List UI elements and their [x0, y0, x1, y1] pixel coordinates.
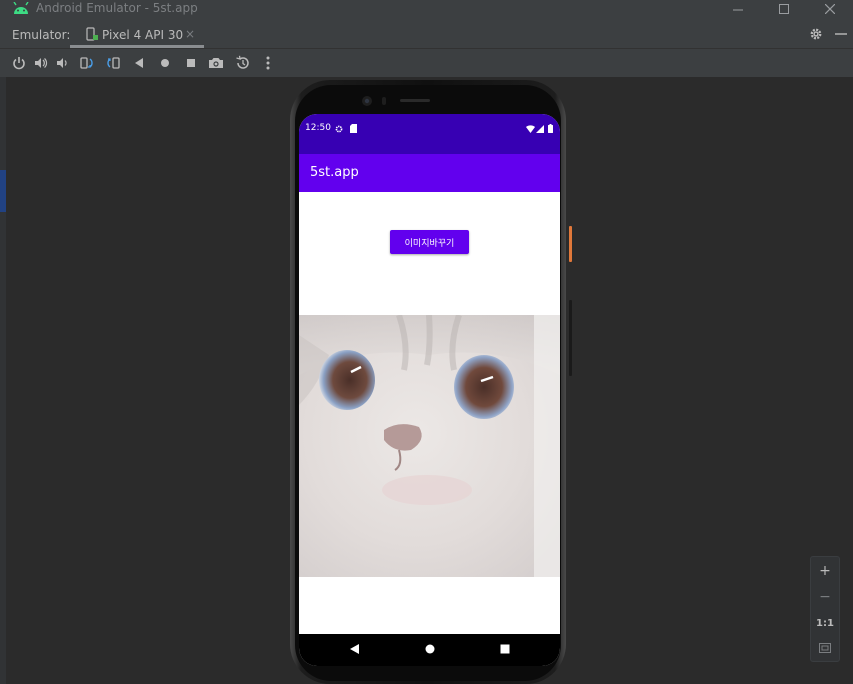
status-bar: 12:50	[299, 114, 560, 154]
volume-down-button[interactable]	[55, 55, 71, 71]
nav-overview-icon	[500, 644, 510, 654]
maximize-icon	[779, 4, 789, 14]
editor-gutter	[0, 77, 6, 684]
device-volume-key[interactable]	[569, 300, 572, 376]
pixel-4-device: 12:50 5st.app 이미지바꾸기	[290, 80, 572, 684]
emulator-label: Emulator:	[12, 28, 71, 42]
battery-icon	[548, 124, 553, 133]
zoom-out-button[interactable]: −	[811, 585, 839, 609]
back-button[interactable]	[131, 55, 147, 71]
wifi-icon	[526, 125, 535, 133]
nav-overview-button[interactable]	[498, 642, 512, 656]
rotate-right-icon	[107, 57, 120, 69]
nav-home-button[interactable]	[423, 642, 437, 656]
signal-icon	[536, 125, 544, 133]
snapshot-button[interactable]	[235, 55, 251, 71]
home-icon	[161, 59, 169, 67]
app-title: 5st.app	[310, 165, 359, 180]
volume-up-button[interactable]	[33, 55, 49, 71]
tab-label: Pixel 4 API 30	[102, 28, 184, 42]
more-vert-icon	[266, 56, 270, 70]
overview-icon	[187, 59, 195, 67]
minimize-button[interactable]	[715, 0, 761, 18]
cat-image	[299, 315, 560, 577]
overview-button[interactable]	[183, 55, 199, 71]
app-content: 이미지바꾸기	[299, 192, 560, 634]
front-camera-icon	[362, 96, 430, 106]
android-icon	[13, 2, 29, 14]
camera-icon	[209, 58, 223, 68]
tab-pixel-4[interactable]: Pixel 4 API 30 ×	[70, 18, 204, 48]
fit-screen-icon	[819, 643, 831, 653]
status-time: 12:50	[305, 123, 331, 133]
nav-back-button[interactable]	[347, 642, 361, 656]
change-image-button[interactable]: 이미지바꾸기	[390, 230, 469, 254]
zoom-controls: + − 1:1	[810, 556, 840, 662]
zoom-in-button[interactable]: +	[811, 559, 839, 583]
volume-up-icon	[35, 58, 48, 68]
minimize-icon	[733, 9, 743, 11]
power-icon	[13, 57, 25, 70]
maximize-button[interactable]	[761, 0, 807, 18]
volume-down-icon	[57, 58, 67, 68]
sd-card-icon	[350, 124, 357, 133]
settings-status-icon	[335, 125, 343, 133]
navigation-bar	[299, 634, 560, 666]
rotate-left-button[interactable]	[79, 55, 95, 71]
rotate-right-button[interactable]	[105, 55, 121, 71]
actual-size-button[interactable]: 1:1	[811, 611, 839, 635]
home-button[interactable]	[157, 55, 173, 71]
nav-home-icon	[425, 644, 435, 654]
nav-back-icon	[350, 644, 359, 654]
emulator-toolbar	[0, 49, 853, 77]
close-window-button[interactable]	[807, 0, 853, 18]
hide-panel-icon[interactable]	[835, 32, 847, 36]
device-power-key[interactable]	[569, 226, 572, 262]
device-screen[interactable]: 12:50 5st.app 이미지바꾸기	[299, 114, 560, 666]
back-icon	[135, 58, 143, 68]
window-title-bar: Android Emulator - 5st.app	[0, 0, 853, 18]
fit-screen-button[interactable]	[811, 636, 839, 660]
app-bar: 5st.app	[299, 154, 560, 192]
gutter-highlight	[0, 170, 6, 212]
snapshot-icon	[236, 55, 249, 69]
more-options-button[interactable]	[260, 55, 276, 71]
settings-gear-icon[interactable]	[809, 27, 823, 41]
close-icon	[825, 4, 835, 14]
rotate-left-icon	[80, 57, 93, 69]
tab-close-icon[interactable]: ×	[185, 27, 195, 41]
device-icon	[86, 27, 98, 41]
power-button[interactable]	[11, 55, 27, 71]
window-title: Android Emulator - 5st.app	[36, 1, 198, 15]
screenshot-button[interactable]	[208, 55, 224, 71]
tab-active-underline	[70, 45, 204, 48]
